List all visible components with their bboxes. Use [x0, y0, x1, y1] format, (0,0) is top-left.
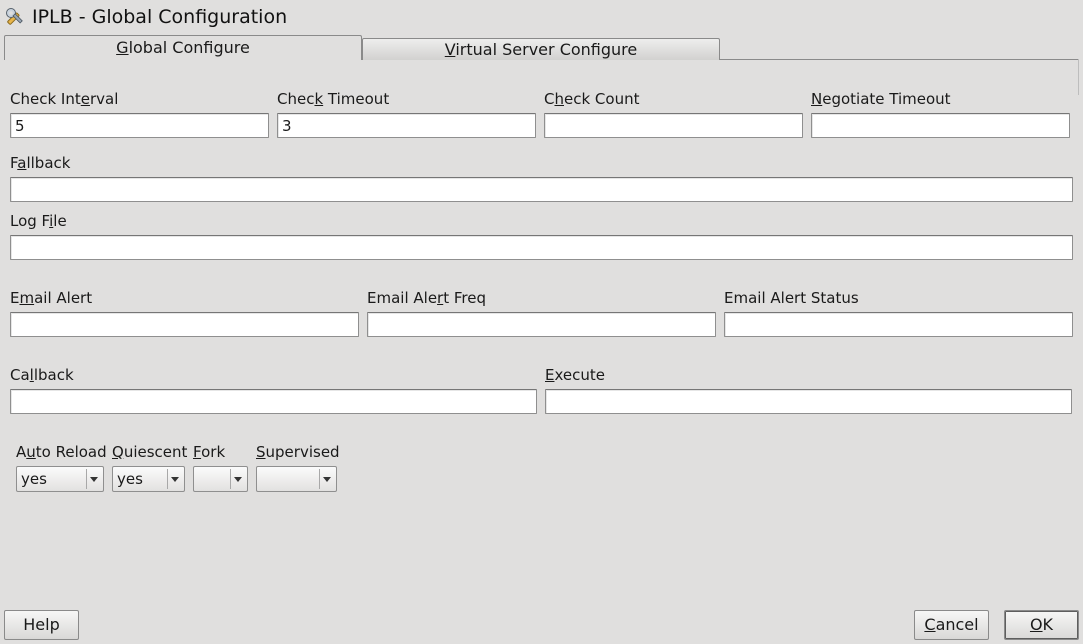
- tab-global-configure-label: Global Configure: [116, 38, 250, 57]
- chevron-down-icon: [230, 469, 245, 489]
- check-count-label: Check Count: [544, 90, 640, 108]
- tab-global-configure[interactable]: Global Configure: [4, 35, 362, 60]
- quiescent-label: Quiescent: [112, 443, 188, 461]
- check-interval-label: Check Interval: [10, 90, 119, 108]
- fallback-field[interactable]: [10, 177, 1073, 202]
- tab-virtual-server-configure[interactable]: Virtual Server Configure: [362, 38, 720, 60]
- chevron-down-icon: [319, 469, 334, 489]
- cancel-button[interactable]: Cancel: [914, 610, 989, 640]
- log-file-label: Log File: [10, 212, 67, 230]
- quiescent-select[interactable]: yes: [112, 466, 185, 492]
- ok-button[interactable]: OK: [1004, 610, 1079, 640]
- check-timeout-field[interactable]: [277, 113, 536, 138]
- callback-label: Callback: [10, 366, 74, 384]
- auto-reload-label: Auto Reload: [16, 443, 107, 461]
- wrench-screwdriver-icon: [4, 6, 26, 28]
- tab-virtual-mnemonic: V: [444, 40, 456, 59]
- email-alert-status-label: Email Alert Status: [724, 289, 859, 307]
- chevron-down-icon: [86, 469, 101, 489]
- auto-reload-select[interactable]: yes: [16, 466, 104, 492]
- window-title-bar: IPLB - Global Configuration: [4, 4, 287, 30]
- execute-label: Execute: [545, 366, 605, 384]
- check-timeout-label: Check Timeout: [277, 90, 390, 108]
- email-alert-freq-label: Email Alert Freq: [367, 289, 486, 307]
- log-file-field[interactable]: [10, 235, 1073, 260]
- supervised-label: Supervised: [256, 443, 340, 461]
- fallback-label: Fallback: [10, 154, 71, 172]
- quiescent-value: yes: [117, 470, 143, 488]
- fork-select[interactable]: [193, 466, 248, 492]
- supervised-select[interactable]: [256, 466, 337, 492]
- check-interval-field[interactable]: [10, 113, 269, 138]
- callback-field[interactable]: [10, 389, 537, 414]
- tab-global-mnemonic: G: [116, 38, 129, 57]
- email-alert-field[interactable]: [10, 312, 359, 337]
- window-title: IPLB - Global Configuration: [32, 6, 288, 28]
- tab-virtual-server-configure-label: Virtual Server Configure: [444, 40, 638, 59]
- auto-reload-value: yes: [21, 470, 47, 488]
- negotiate-timeout-label: Negotiate Timeout: [811, 90, 951, 108]
- email-alert-status-field[interactable]: [724, 312, 1073, 337]
- negotiate-timeout-field[interactable]: [811, 113, 1070, 138]
- chevron-down-icon: [167, 469, 182, 489]
- execute-field[interactable]: [545, 389, 1072, 414]
- fork-label: Fork: [193, 443, 226, 461]
- help-button[interactable]: Help: [4, 610, 79, 640]
- email-alert-freq-field[interactable]: [367, 312, 716, 337]
- check-count-field[interactable]: [544, 113, 803, 138]
- tab-pane-edge: [1078, 59, 1079, 95]
- email-alert-label: Email Alert: [10, 289, 93, 307]
